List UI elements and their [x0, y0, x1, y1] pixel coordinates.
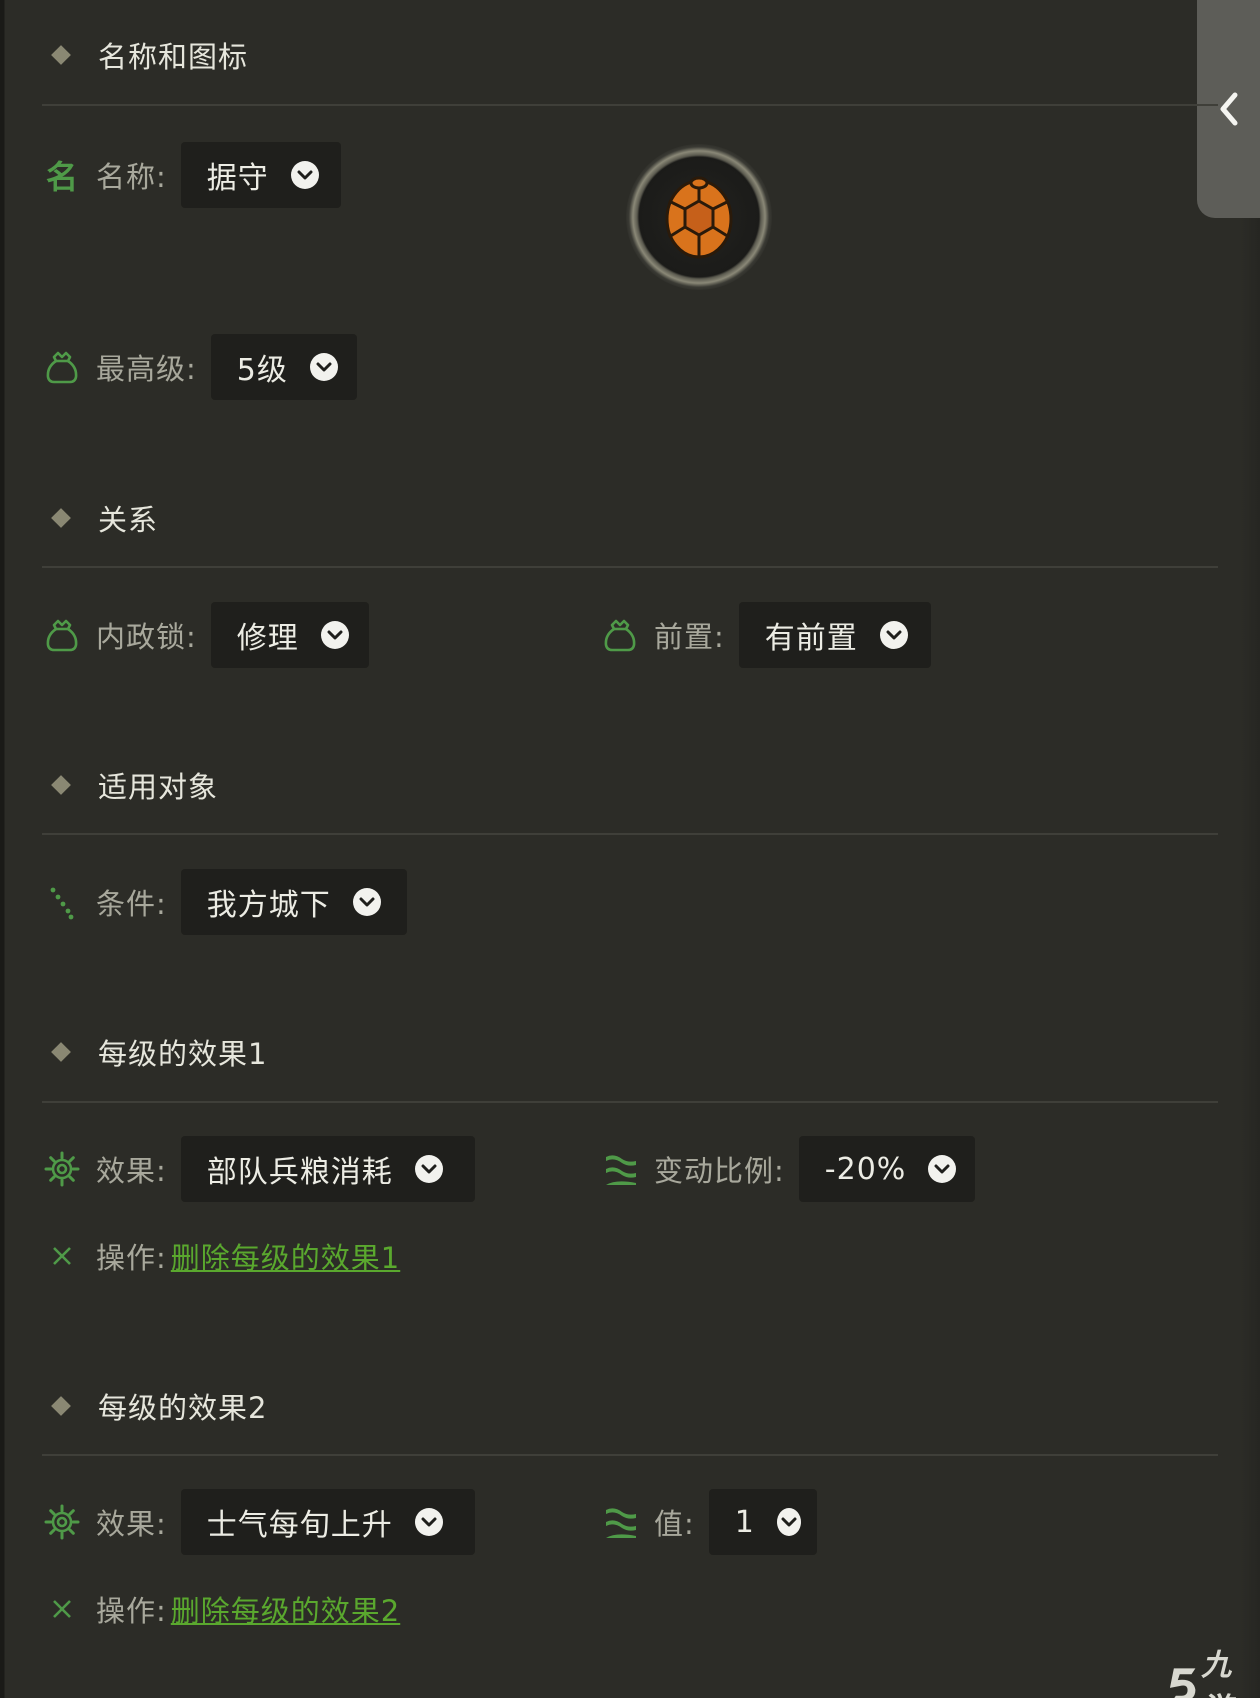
effect2-effect-select-value: 士气每旬上升 [206, 1508, 393, 1543]
gear-icon [44, 1151, 80, 1187]
effect1-effect-label: 效果: [96, 1154, 167, 1188]
chevron-down-icon [879, 621, 908, 649]
chevron-down-icon [290, 161, 319, 189]
section-title: 关系 [98, 503, 159, 537]
logo-icon [1169, 1668, 1196, 1698]
name-select[interactable]: 据守 [180, 142, 341, 208]
effect1-operation-label: 操作: [96, 1241, 167, 1275]
chevron-down-icon [352, 888, 381, 916]
section-header-effect1: 每级的效果1 [48, 1022, 267, 1082]
chevron-down-icon [320, 621, 349, 649]
chevron-down-icon [928, 1155, 957, 1183]
effect1-effect-select[interactable]: 部队兵粮消耗 [180, 1136, 475, 1202]
max-level-field: 最高级: 5级 [44, 333, 357, 401]
diamond-bullet-icon [51, 775, 71, 795]
divider [42, 1101, 1218, 1103]
condition-label: 条件: [96, 887, 167, 921]
prerequisite-field: 前置: 有前置 [602, 601, 931, 669]
turtle-shell-icon [665, 176, 733, 259]
condition-select[interactable]: 我方城下 [180, 869, 407, 935]
chevron-down-icon [309, 353, 338, 381]
diamond-bullet-icon [51, 1042, 71, 1062]
domestic-lock-select-value: 修理 [236, 621, 299, 656]
name-field: 名 名称: 据守 [44, 141, 341, 209]
section-title: 每级的效果1 [98, 1037, 268, 1071]
effect2-operation-label: 操作: [96, 1594, 167, 1628]
domestic-lock-select[interactable]: 修理 [210, 602, 369, 668]
max-level-select-value: 5级 [236, 353, 288, 388]
effect1-ratio-field: 变动比例: -20% [602, 1135, 975, 1203]
prerequisite-select[interactable]: 有前置 [738, 602, 931, 668]
divider [42, 566, 1218, 568]
pouch-icon [44, 349, 80, 385]
collapse-panel-button[interactable] [1197, 0, 1260, 218]
section-header-name-icon: 名称和图标 [48, 25, 248, 85]
pouch-icon [602, 617, 638, 653]
effect1-operation-field: 操作: 删除每级的效果1 [44, 1222, 400, 1290]
x-icon [44, 1591, 80, 1627]
diamond-bullet-icon [51, 45, 71, 65]
effect1-ratio-select-value: -20% [824, 1151, 907, 1187]
chevron-down-icon [414, 1155, 443, 1183]
divider [42, 104, 1218, 106]
max-level-select[interactable]: 5级 [210, 334, 357, 400]
skill-icon-button[interactable] [626, 144, 772, 290]
watermark: 九游 [1168, 1640, 1260, 1698]
diamond-bullet-icon [51, 508, 71, 528]
prerequisite-select-value: 有前置 [764, 621, 858, 656]
condition-select-value: 我方城下 [206, 888, 331, 923]
domestic-lock-label: 内政锁: [96, 620, 197, 654]
x-icon [44, 1238, 80, 1274]
condition-field: 条件: 我方城下 [44, 868, 407, 936]
wave-flag-icon [602, 1151, 638, 1187]
prerequisite-label: 前置: [654, 620, 725, 654]
section-title: 每级的效果2 [98, 1391, 268, 1425]
effect2-value-label: 值: [654, 1507, 695, 1541]
domestic-lock-field: 内政锁: 修理 [44, 601, 369, 669]
effect2-effect-select[interactable]: 士气每旬上升 [180, 1489, 475, 1555]
chevron-down-icon [414, 1508, 443, 1536]
max-level-label: 最高级: [96, 352, 197, 386]
effect1-effect-select-value: 部队兵粮消耗 [206, 1155, 393, 1190]
wave-flag-icon [602, 1504, 638, 1540]
name-glyph-icon: 名 [45, 158, 78, 196]
effect2-effect-label: 效果: [96, 1507, 167, 1541]
name-label: 名称: [96, 160, 167, 194]
name-select-value: 据守 [206, 161, 269, 196]
section-header-effect2: 每级的效果2 [48, 1376, 267, 1436]
effect2-value-select-value: 1 [734, 1504, 755, 1540]
diamond-bullet-icon [51, 1396, 71, 1416]
section-header-relation: 关系 [48, 488, 158, 548]
section-title: 适用对象 [98, 770, 219, 804]
divider [42, 833, 1218, 835]
pouch-icon [44, 617, 80, 653]
effect1-ratio-select[interactable]: -20% [798, 1136, 975, 1202]
skill-editor-panel: 名称和图标 名 名称: 据守 最高级: 5级 关系 内政锁: 修理 前置: 有前… [0, 0, 1260, 1698]
effect1-ratio-label: 变动比例: [654, 1154, 785, 1188]
section-header-target: 适用对象 [48, 755, 218, 815]
chevron-down-icon [776, 1508, 801, 1536]
footprints-icon [44, 884, 80, 920]
divider [42, 1454, 1218, 1456]
section-title: 名称和图标 [98, 40, 249, 74]
effect2-effect-field: 效果: 士气每旬上升 [44, 1488, 475, 1556]
effect2-value-select[interactable]: 1 [708, 1489, 817, 1555]
effect1-effect-field: 效果: 部队兵粮消耗 [44, 1135, 475, 1203]
chevron-left-icon [1220, 92, 1237, 126]
effect2-value-field: 值: 1 [602, 1488, 817, 1556]
gear-icon [44, 1504, 80, 1540]
delete-effect2-link[interactable]: 删除每级的效果2 [171, 1588, 400, 1630]
watermark-text: 九游 [1201, 1648, 1232, 1698]
delete-effect1-link[interactable]: 删除每级的效果1 [171, 1235, 400, 1277]
effect2-operation-field: 操作: 删除每级的效果2 [44, 1575, 400, 1643]
